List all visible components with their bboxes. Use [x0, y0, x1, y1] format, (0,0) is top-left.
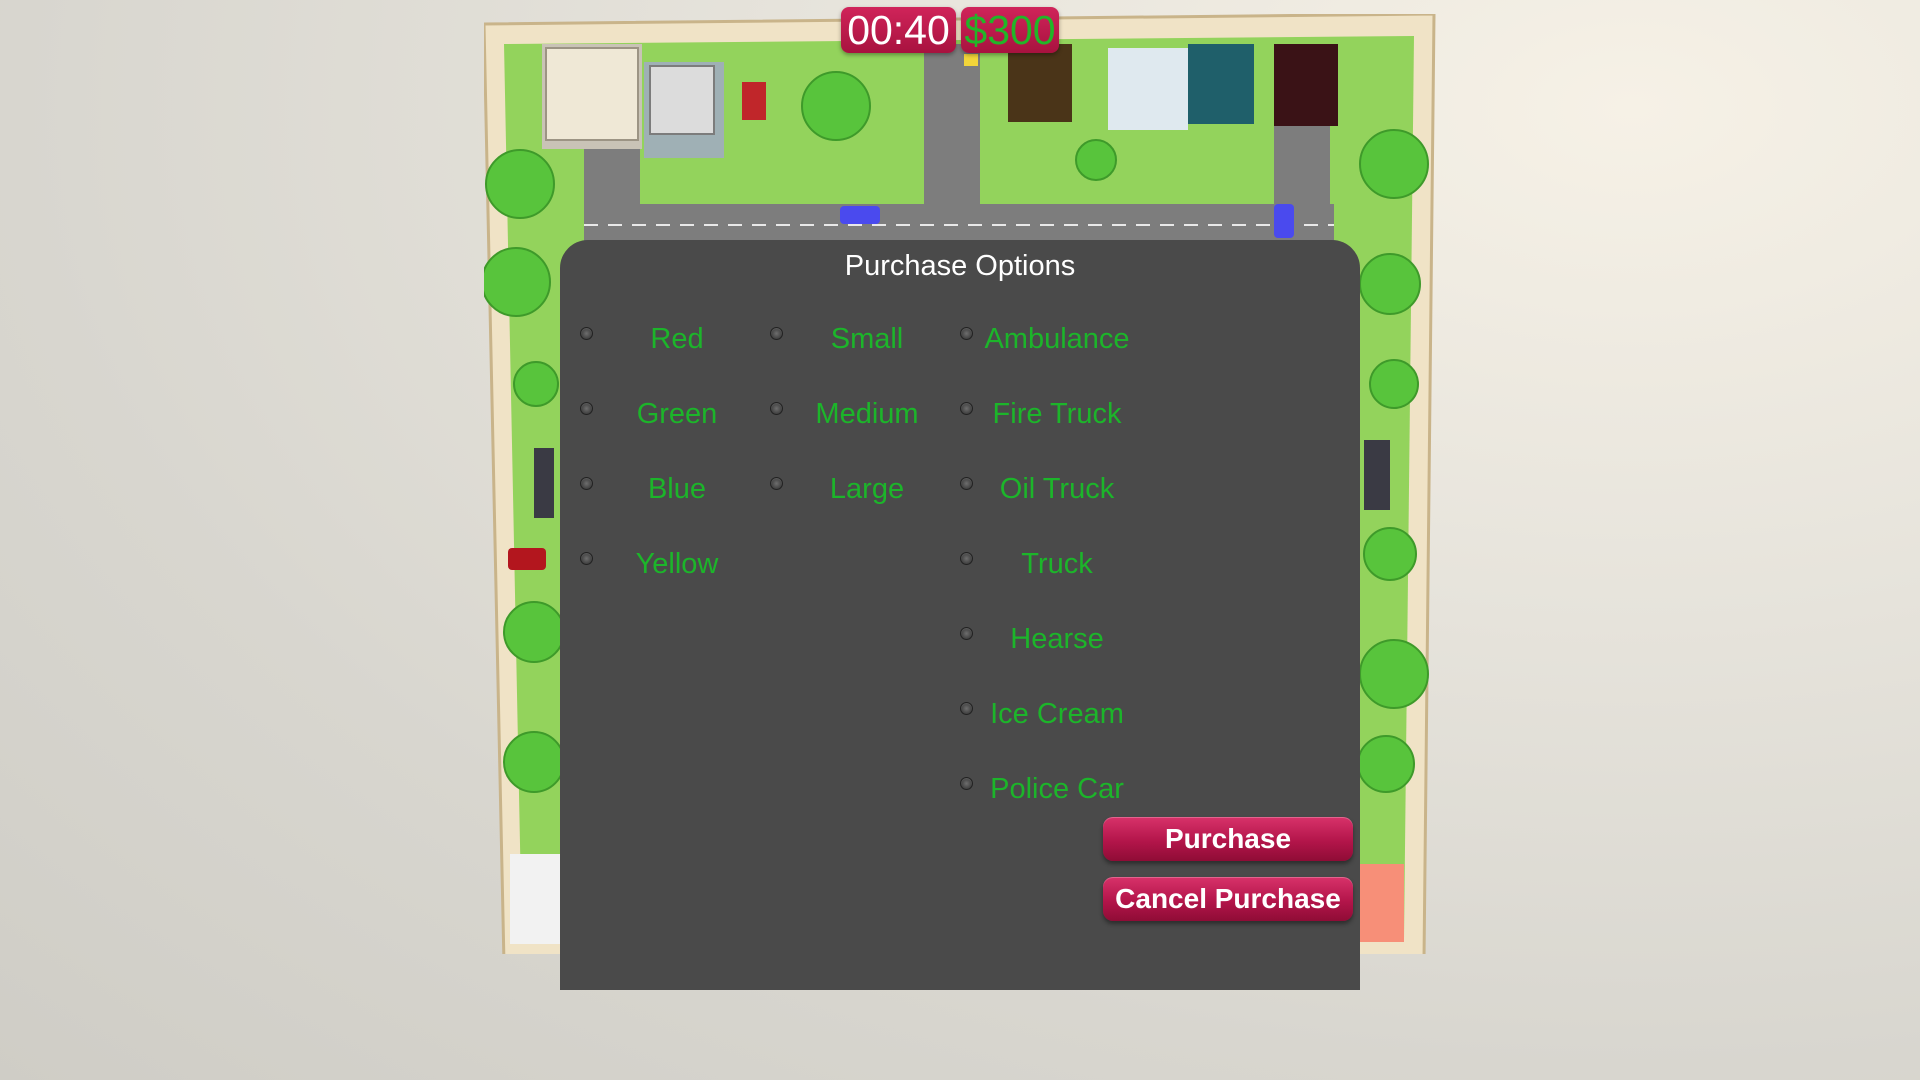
radio-button-icon[interactable]	[960, 552, 973, 565]
option-label: Ambulance	[984, 323, 1130, 355]
size-option-large[interactable]: Large	[770, 472, 960, 512]
radio-button-icon[interactable]	[960, 627, 973, 640]
radio-button-icon[interactable]	[960, 477, 973, 490]
timer-display: 00:40	[841, 7, 956, 53]
money-display: $300	[961, 7, 1059, 53]
option-label: Red	[650, 323, 704, 355]
option-label: Truck	[1021, 548, 1093, 580]
color-option-yellow[interactable]: Yellow	[580, 547, 770, 587]
option-label: Fire Truck	[992, 398, 1122, 430]
size-option-medium[interactable]: Medium	[770, 397, 960, 437]
vehicle-option-ambulance[interactable]: Ambulance	[960, 322, 1150, 362]
option-label: Large	[829, 473, 905, 505]
vehicle-option-police-car[interactable]: Police Car	[960, 772, 1150, 812]
dialog-title: Purchase Options	[844, 250, 1076, 282]
cancel-purchase-button[interactable]: Cancel Purchase	[1103, 877, 1353, 921]
purchase-options-dialog: Purchase Options Red Green Blue Yellow S…	[560, 240, 1360, 990]
option-label: Hearse	[1010, 623, 1104, 655]
vehicle-option-hearse[interactable]: Hearse	[960, 622, 1150, 662]
radio-button-icon[interactable]	[960, 702, 973, 715]
radio-button-icon[interactable]	[580, 552, 593, 565]
option-label: Yellow	[635, 548, 719, 580]
vehicle-option-fire-truck[interactable]: Fire Truck	[960, 397, 1150, 437]
vehicle-option-oil-truck[interactable]: Oil Truck	[960, 472, 1150, 512]
radio-button-icon[interactable]	[960, 777, 973, 790]
vehicle-option-truck[interactable]: Truck	[960, 547, 1150, 587]
color-option-red[interactable]: Red	[580, 322, 770, 362]
radio-button-icon[interactable]	[580, 477, 593, 490]
option-label: Small	[830, 323, 904, 355]
radio-button-icon[interactable]	[770, 402, 783, 415]
radio-button-icon[interactable]	[580, 402, 593, 415]
option-label: Green	[636, 398, 718, 430]
option-label: Medium	[815, 398, 919, 430]
option-label: Police Car	[990, 773, 1124, 805]
color-option-blue[interactable]: Blue	[580, 472, 770, 512]
radio-button-icon[interactable]	[770, 477, 783, 490]
option-label: Ice Cream	[990, 698, 1124, 730]
size-option-small[interactable]: Small	[770, 322, 960, 362]
radio-button-icon[interactable]	[960, 402, 973, 415]
vehicle-option-ice-cream[interactable]: Ice Cream	[960, 697, 1150, 737]
purchase-button[interactable]: Purchase	[1103, 817, 1353, 861]
option-label: Blue	[647, 473, 707, 505]
color-option-green[interactable]: Green	[580, 397, 770, 437]
radio-button-icon[interactable]	[580, 327, 593, 340]
radio-button-icon[interactable]	[770, 327, 783, 340]
radio-button-icon[interactable]	[960, 327, 973, 340]
option-label: Oil Truck	[999, 473, 1115, 505]
